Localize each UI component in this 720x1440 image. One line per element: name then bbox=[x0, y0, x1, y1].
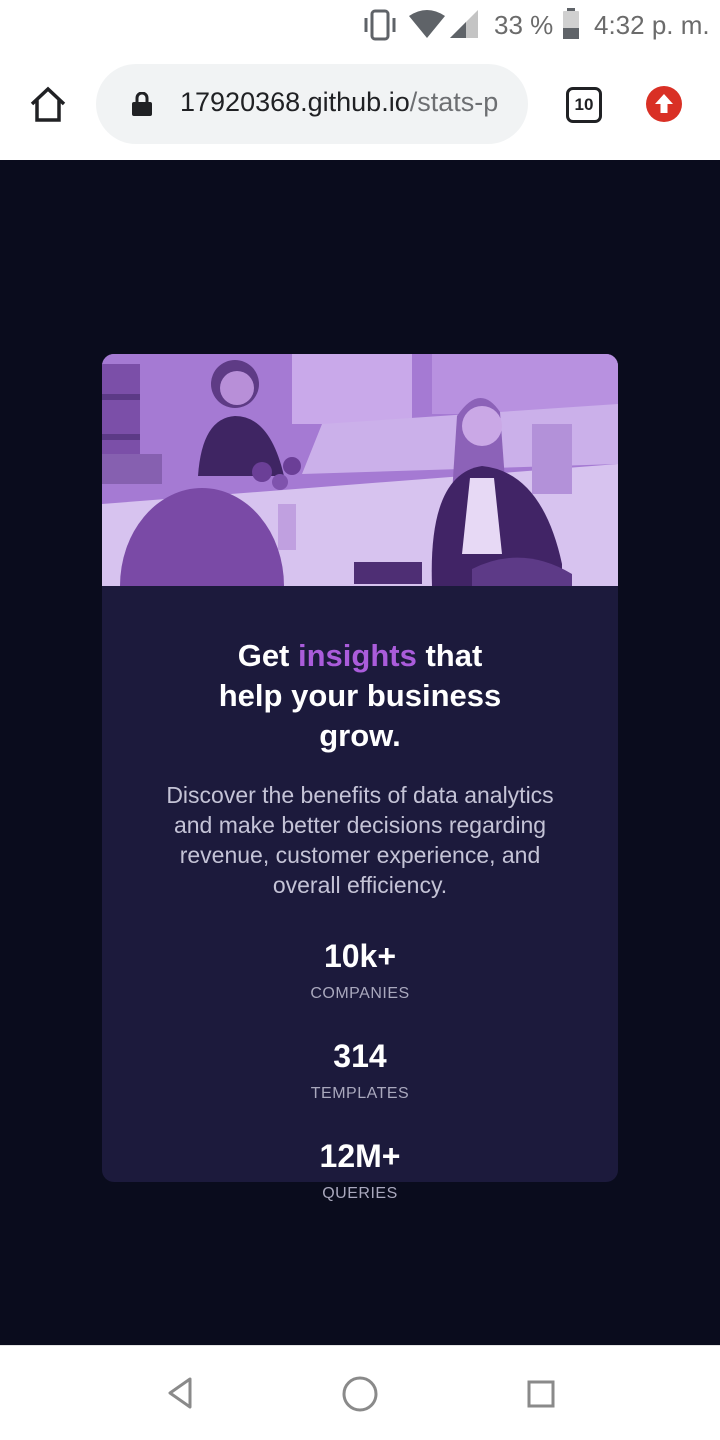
address-bar[interactable]: 17920368.github.io/stats-p bbox=[96, 64, 528, 144]
battery-percentage: 33 % bbox=[494, 10, 554, 40]
stat-companies: 10k+ COMPANIES bbox=[102, 938, 618, 1004]
stat-value: 314 bbox=[333, 1038, 387, 1074]
url-text[interactable]: 17920368.github.io/stats-p bbox=[180, 87, 508, 118]
url-path: /stats-p bbox=[409, 87, 499, 117]
recents-icon[interactable] bbox=[527, 1380, 555, 1413]
browser-toolbar: 17920368.github.io/stats-p 10 bbox=[0, 50, 720, 160]
headline-part-2: that bbox=[416, 638, 483, 673]
lock-icon bbox=[132, 91, 152, 121]
stat-value: 10k+ bbox=[323, 938, 397, 974]
stat-queries: 12M+ QUERIES bbox=[102, 1138, 618, 1204]
headline-line-2: help your business bbox=[218, 678, 502, 713]
tab-switcher-button[interactable]: 10 bbox=[566, 87, 602, 123]
signal-icon bbox=[450, 10, 478, 43]
stats-card: Get insights that help your business gro… bbox=[102, 354, 618, 1202]
stat-label: QUERIES bbox=[322, 1185, 398, 1202]
page-viewport: Get insights that help your business gro… bbox=[0, 160, 720, 1345]
wifi-icon bbox=[409, 10, 445, 43]
headline-part-1: Get bbox=[237, 638, 298, 673]
update-icon[interactable] bbox=[646, 86, 682, 122]
vibrate-icon bbox=[362, 9, 398, 46]
home-icon[interactable] bbox=[28, 85, 68, 125]
stat-templates: 314 TEMPLATES bbox=[102, 1038, 618, 1104]
headline-line-3: grow. bbox=[319, 718, 401, 753]
home-circle-icon[interactable] bbox=[341, 1375, 379, 1418]
battery-icon bbox=[562, 8, 580, 45]
hero-image bbox=[102, 354, 618, 586]
stat-label: COMPANIES bbox=[310, 985, 410, 1002]
stat-label: TEMPLATES bbox=[310, 1085, 410, 1102]
clock: 4:32 p. m. bbox=[594, 10, 710, 40]
url-host: 17920368.github.io bbox=[180, 87, 410, 117]
stat-value: 12M+ bbox=[319, 1138, 401, 1174]
headline-accent: insights bbox=[298, 638, 417, 673]
headline: Get insights that help your business gro… bbox=[102, 636, 618, 756]
back-icon[interactable] bbox=[166, 1376, 194, 1415]
navigation-bar bbox=[0, 1345, 720, 1440]
description: Discover the benefits of data analytics … bbox=[166, 782, 554, 898]
status-bar: 33 % 4:32 p. m. bbox=[0, 0, 720, 50]
